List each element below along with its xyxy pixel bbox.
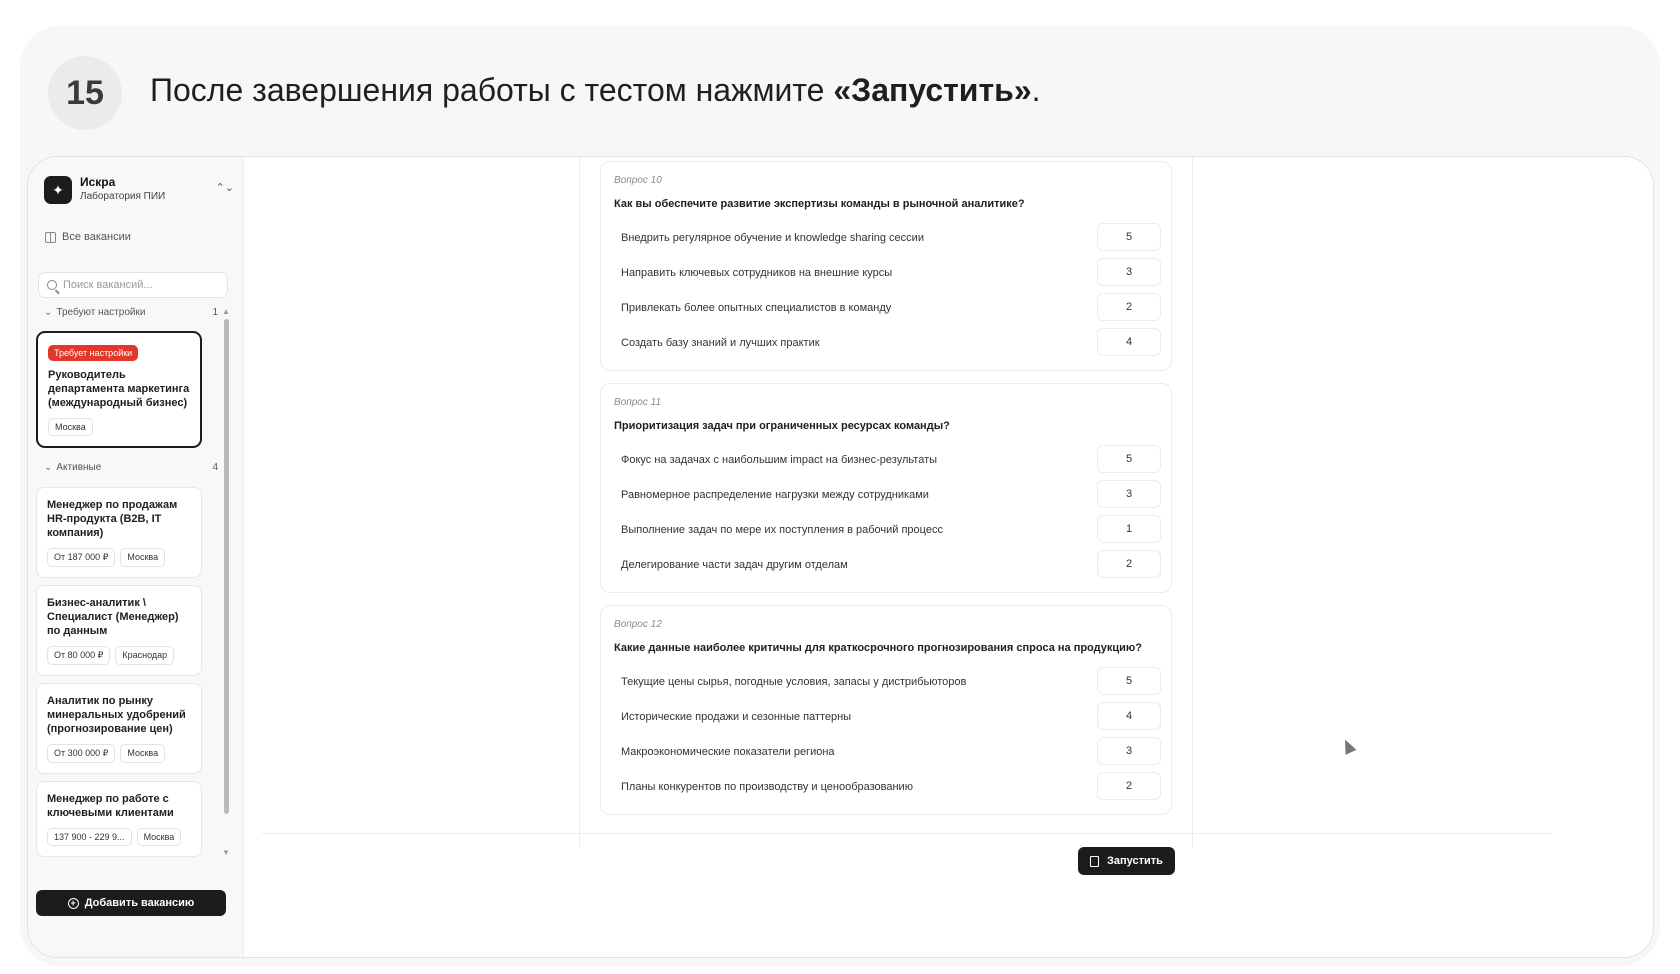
step-instruction: После завершения работы с тестом нажмите… (150, 72, 1041, 108)
answer-option: Планы конкурентов по производству и цено… (621, 781, 913, 793)
answer-option: Макроэкономические показатели региона (621, 746, 835, 758)
workspace-switcher[interactable]: ✦ Искра Лаборатория ПИИ ⌃⌄ (44, 173, 234, 207)
answer-option: Внедрить регулярное обучение и knowledge… (621, 232, 924, 244)
question-number: Вопрос 12 (614, 619, 662, 630)
score-input[interactable]: 2 (1097, 293, 1161, 321)
question-number: Вопрос 10 (614, 175, 662, 186)
question-text: Приоритизация задач при ограниченных рес… (614, 420, 950, 432)
location-chip: Москва (48, 418, 93, 436)
vacancy-search[interactable] (38, 272, 228, 298)
chevron-down-icon: ⌄ (44, 462, 53, 473)
vacancy-title: Руководитель департамента маркетинга (ме… (48, 369, 190, 409)
group-header-active[interactable]: ⌄ Активные 4 (44, 462, 218, 473)
answer-option: Выполнение задач по мере их поступления … (621, 524, 943, 536)
grid-icon (45, 231, 56, 243)
score-input[interactable]: 3 (1097, 258, 1161, 286)
score-input[interactable]: 5 (1097, 667, 1161, 695)
run-button[interactable]: Запустить (1078, 847, 1175, 875)
salary-chip: От 300 000 ₽ (47, 744, 116, 763)
triangle-down-icon[interactable]: ▼ (222, 848, 230, 857)
answer-option: Текущие цены сырья, погодные условия, за… (621, 676, 967, 688)
salary-chip: От 187 000 ₽ (47, 548, 116, 567)
vacancy-card[interactable]: Менеджер по работе с ключевыми клиентами… (36, 781, 202, 857)
answer-option: Фокус на задачах с наибольшим impact на … (621, 454, 938, 466)
answer-option: Создать базу знаний и лучших практик (621, 337, 820, 349)
search-input[interactable] (63, 279, 213, 291)
group-header-needs-setup[interactable]: ⌄ Требуют настройки 1 (44, 307, 218, 318)
score-input[interactable]: 5 (1097, 445, 1161, 473)
step-number: 15 (48, 56, 122, 130)
question-card: Вопрос 11 Приоритизация задач при ограни… (600, 383, 1172, 593)
answer-option: Исторические продажи и сезонные паттерны (621, 711, 852, 723)
vacancy-card[interactable]: Бизнес-аналитик \ Специалист (Менеджер) … (36, 585, 202, 676)
add-vacancy-button[interactable]: + Добавить вакансию (36, 890, 226, 916)
score-input[interactable]: 2 (1097, 772, 1161, 800)
vacancy-title: Менеджер по работе с ключевыми клиентами (47, 793, 174, 819)
brand-subtitle: Лаборатория ПИИ (80, 191, 166, 202)
document-icon (1090, 855, 1100, 867)
brand-name: Искра (80, 175, 116, 189)
test-questions-column: Вопрос 10 Как вы обеспечите развитие экс… (579, 157, 1357, 847)
answer-option: Направить ключевых сотрудников на внешни… (621, 267, 893, 279)
footer-divider (262, 833, 1552, 834)
vacancy-card-selected[interactable]: Требует настройки Руководитель департаме… (36, 331, 202, 448)
question-card: Вопрос 10 Как вы обеспечите развитие экс… (600, 161, 1172, 371)
sparkle-logo-icon: ✦ (44, 176, 72, 204)
question-text: Какие данные наиболее критичны для кратк… (614, 642, 1143, 654)
score-input[interactable]: 3 (1097, 480, 1161, 508)
salary-chip: От 80 000 ₽ (47, 646, 111, 665)
chevron-up-down-icon: ⌃⌄ (215, 182, 234, 194)
question-number: Вопрос 11 (614, 397, 662, 408)
answer-option: Делегирование части задач другим отделам (621, 559, 848, 571)
location-chip: Краснодар (115, 646, 175, 665)
question-text: Как вы обеспечите развитие экспертизы ко… (614, 198, 1025, 210)
main-area: Вопрос 10 Как вы обеспечите развитие экс… (244, 157, 1653, 957)
question-card: Вопрос 12 Какие данные наиболее критичны… (600, 605, 1172, 815)
location-chip: Москва (120, 548, 166, 567)
vacancy-title: Аналитик по рынку минеральных удобрений … (47, 695, 186, 735)
location-chip: Москва (120, 744, 166, 763)
sidebar-scrollbar[interactable]: ▲ ▼ (222, 307, 232, 857)
salary-chip: 137 900 - 229 9... (47, 828, 132, 846)
answer-option: Привлекать более опытных специалистов в … (621, 302, 892, 314)
vacancy-card[interactable]: Менеджер по продажам HR-продукта (B2B, I… (36, 487, 202, 578)
score-input[interactable]: 2 (1097, 550, 1161, 578)
score-input[interactable]: 1 (1097, 515, 1161, 543)
vacancy-title: Менеджер по продажам HR-продукта (B2B, I… (47, 499, 178, 539)
plus-circle-icon: + (67, 897, 79, 909)
status-badge: Требует настройки (48, 345, 139, 361)
vacancy-title: Бизнес-аналитик \ Специалист (Менеджер) … (47, 597, 179, 637)
mouse-cursor-icon (1339, 737, 1357, 755)
score-input[interactable]: 4 (1097, 328, 1161, 356)
all-vacancies-link[interactable]: Все вакансии (45, 231, 131, 243)
sidebar: ✦ Искра Лаборатория ПИИ ⌃⌄ Все вакансии … (28, 157, 244, 957)
score-input[interactable]: 5 (1097, 223, 1161, 251)
score-input[interactable]: 3 (1097, 737, 1161, 765)
scroll-thumb[interactable] (224, 319, 229, 814)
answer-option: Равномерное распределение нагрузки между… (621, 489, 929, 501)
search-icon (47, 280, 57, 290)
chevron-down-icon: ⌄ (44, 307, 53, 318)
location-chip: Москва (136, 828, 182, 846)
vacancy-card[interactable]: Аналитик по рынку минеральных удобрений … (36, 683, 202, 774)
triangle-up-icon[interactable]: ▲ (222, 307, 230, 316)
score-input[interactable]: 4 (1097, 702, 1161, 730)
app-window: ✦ Искра Лаборатория ПИИ ⌃⌄ Все вакансии … (27, 156, 1654, 958)
